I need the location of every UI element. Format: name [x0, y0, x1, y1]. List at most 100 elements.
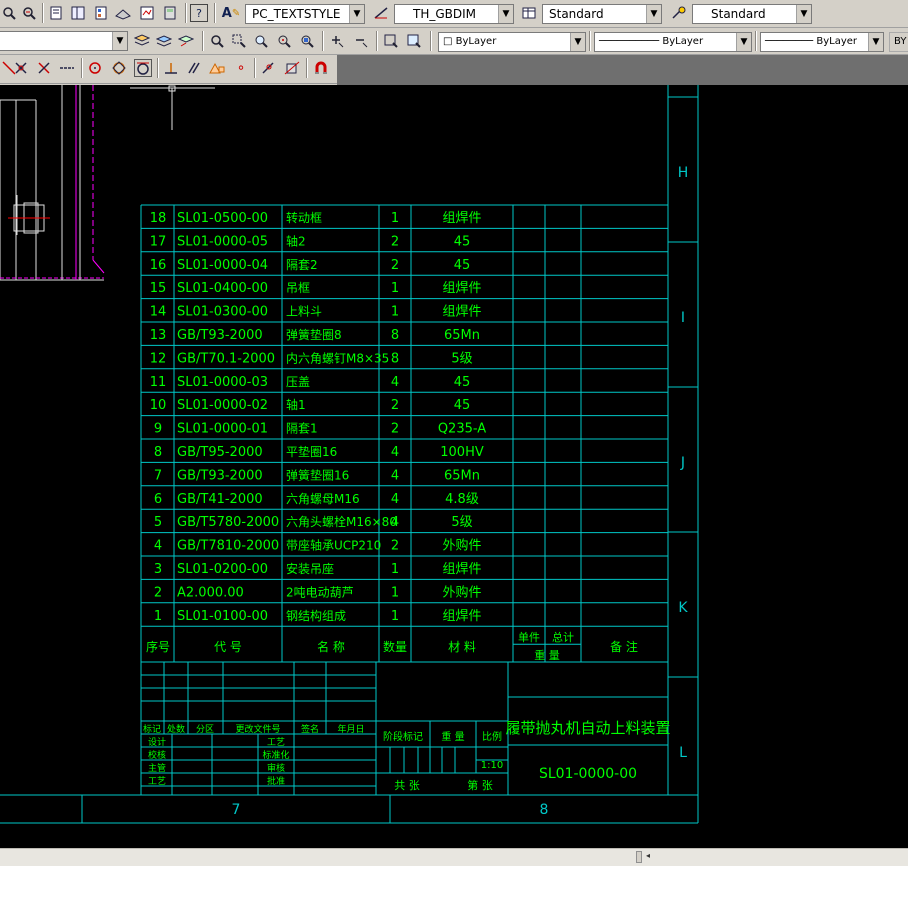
zoom-window-icon[interactable]	[208, 32, 226, 50]
chevron-down-icon: ▼	[796, 5, 811, 23]
bom-header-name: 名 称	[317, 639, 345, 654]
bom-cell-code: SL01-0000-05	[177, 234, 268, 249]
center-snap-icon[interactable]	[86, 59, 104, 77]
toolbar-separator	[376, 31, 378, 51]
multileader-style-value: Standard	[711, 7, 766, 21]
ratio-label: 比例	[482, 730, 502, 743]
zoom-scale-icon[interactable]	[252, 32, 270, 50]
layer-combo[interactable]: ▼	[0, 31, 128, 51]
design-center-icon[interactable]	[69, 4, 87, 22]
bom-cell-qty: 4	[391, 375, 399, 390]
zoom-extents-icon[interactable]	[405, 32, 423, 50]
scroll-left-icon[interactable]: ◂	[646, 851, 658, 863]
bom-cell-no: 11	[150, 375, 167, 390]
toolbar-separator	[202, 31, 204, 51]
text-style-combo[interactable]: PC_TEXTSTYLE ▼	[245, 4, 365, 24]
bom-cell-name: 轴2	[286, 233, 306, 248]
dim-style-combo[interactable]: TH_GBDIM ▼	[394, 4, 514, 24]
zoom-center-icon[interactable]	[275, 32, 293, 50]
lineweight-label: ByLayer	[816, 36, 858, 47]
zoom-window-icon[interactable]	[0, 4, 18, 22]
plotstyle-value: BY	[894, 36, 907, 47]
bom-cell-name: 钢结构组成	[286, 608, 346, 623]
zoom-dynamic-icon[interactable]	[230, 32, 248, 50]
bom-cell-qty: 4	[391, 468, 399, 483]
multileader-style-combo[interactable]: Standard ▼	[692, 4, 812, 24]
bom-header-unit: 单件	[518, 631, 540, 644]
toolbar-separator	[589, 31, 591, 51]
bom-cell-qty: 1	[391, 562, 399, 577]
nearest-snap-icon[interactable]	[259, 59, 277, 77]
plotstyle-combo[interactable]: BY	[889, 32, 908, 52]
layer-previous-icon[interactable]	[177, 32, 195, 50]
bom-cell-no: 6	[154, 492, 162, 507]
multileader-style-icon[interactable]	[670, 4, 688, 22]
dim-style-icon[interactable]	[372, 4, 390, 22]
lineweight-combo[interactable]: ──────── ByLayer ▼	[760, 32, 884, 52]
bom-cell-qty: 4	[391, 515, 399, 530]
color-label: ByLayer	[455, 36, 497, 47]
bom-cell-name: 转动框	[286, 210, 322, 225]
zoom-in-icon[interactable]	[328, 32, 346, 50]
node-snap-icon[interactable]: ∘	[232, 59, 250, 77]
toolbar-separator	[81, 58, 83, 78]
bom-cell-no: 14	[150, 305, 167, 320]
scale-value: 1:10	[481, 760, 503, 771]
chevron-down-icon: ▼	[498, 5, 513, 23]
role-label: 设计	[148, 736, 166, 748]
magnet-icon[interactable]	[312, 59, 330, 77]
sheet-set-icon[interactable]	[114, 4, 132, 22]
none-snap-icon[interactable]	[35, 59, 53, 77]
dim-style-value: TH_GBDIM	[413, 7, 477, 21]
color-combo[interactable]: □ ByLayer ▼	[438, 32, 586, 52]
parallel-icon[interactable]	[185, 59, 203, 77]
scrollbar-thumb[interactable]	[636, 851, 642, 863]
drawing-frame	[0, 85, 699, 824]
bom-header-weight: 重 量	[534, 648, 560, 662]
bom-cell-code: SL01-0400-00	[177, 281, 268, 296]
bom-cell-code: SL01-0300-00	[177, 305, 268, 320]
quickcalc-icon[interactable]	[161, 4, 179, 22]
layer-properties-icon[interactable]	[133, 32, 151, 50]
bom-cell-name: 压盖	[286, 375, 310, 389]
bom-cell-material: 组焊件	[442, 210, 481, 226]
tangent-snap-icon[interactable]	[134, 59, 152, 77]
rev-header: 分区	[196, 724, 214, 735]
text-style-icon[interactable]: A ✎	[222, 4, 240, 22]
bom-cell-no: 18	[150, 211, 167, 226]
stage-mark-label: 阶段标记	[383, 730, 423, 743]
quadrant-snap-icon[interactable]	[110, 59, 128, 77]
bom-cell-material: 65Mn	[444, 328, 480, 343]
help-icon[interactable]: ?	[190, 4, 208, 22]
horizontal-scrollbar[interactable]: ◂	[0, 848, 908, 866]
zoom-out-icon[interactable]	[352, 32, 370, 50]
table-style-combo[interactable]: Standard ▼	[542, 4, 662, 24]
bom-cell-no: 8	[154, 445, 162, 460]
zoom-realtime-icon[interactable]	[20, 4, 38, 22]
markup-icon[interactable]	[138, 4, 156, 22]
bom-cell-material: 5级	[451, 351, 472, 366]
perpendicular-icon[interactable]	[162, 59, 180, 77]
intersection-snap-icon[interactable]	[12, 59, 30, 77]
drawing-canvas[interactable]: H I J K L 7 8 18 SL01-0500-00 转动框 1 组焊件 17 SL0…	[0, 85, 908, 848]
table-style-icon[interactable]	[520, 4, 538, 22]
bom-cell-code: SL01-0000-01	[177, 422, 268, 437]
zoom-all-icon[interactable]	[382, 32, 400, 50]
object-snap-settings-icon[interactable]	[283, 59, 301, 77]
styles-toolbar: ? A ✎ PC_TEXTSTYLE ▼ TH_GBDIM ▼ Standard …	[0, 0, 908, 28]
bom-cell-name: 上料斗	[286, 305, 322, 319]
bom-cell-name: 隔套2	[286, 258, 318, 272]
linetype-combo[interactable]: ────────── ByLayer ▼	[594, 32, 752, 52]
zoom-object-icon[interactable]	[298, 32, 316, 50]
bom-cell-code: GB/T93-2000	[177, 328, 263, 343]
layer-state-icon[interactable]	[155, 32, 173, 50]
bom-cell-material: 5级	[451, 515, 472, 530]
bom-cell-qty: 8	[391, 351, 399, 366]
bom-cell-qty: 2	[391, 398, 399, 413]
insert-snap-icon[interactable]	[208, 59, 226, 77]
properties-icon[interactable]	[47, 4, 65, 22]
bom-header-material: 材 料	[448, 640, 476, 654]
tool-palettes-icon[interactable]	[92, 4, 110, 22]
extension-snap-icon[interactable]	[58, 59, 76, 77]
bom-cell-qty: 1	[391, 211, 399, 226]
